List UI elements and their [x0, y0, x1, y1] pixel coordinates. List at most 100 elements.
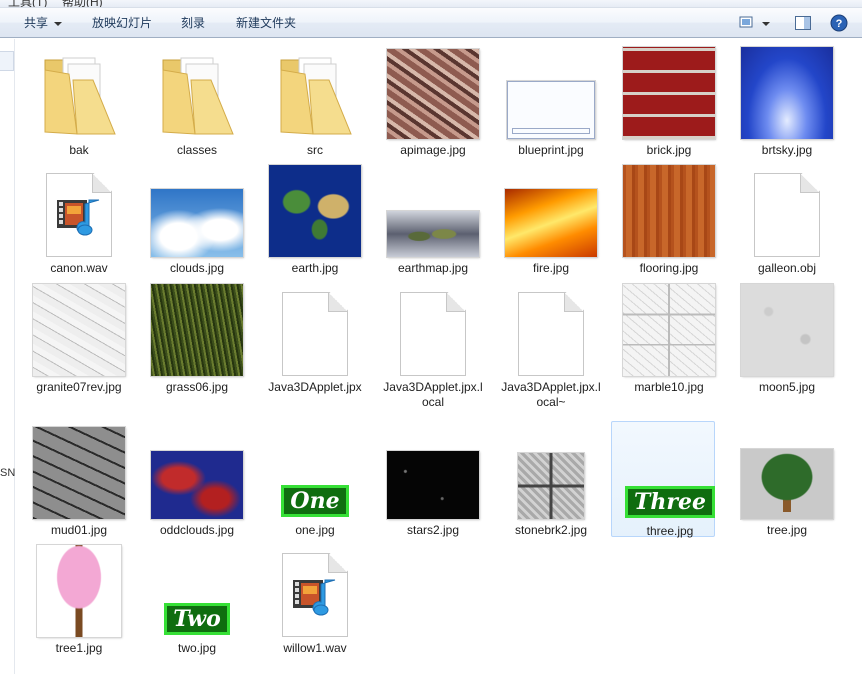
- file-name: oddclouds.jpg: [159, 523, 235, 537]
- file-thumbnail: [741, 284, 833, 376]
- chevron-down-icon: [54, 21, 63, 26]
- image-thumbnail: [741, 284, 833, 376]
- file-thumbnail: [269, 165, 361, 257]
- file-item[interactable]: flooring.jpg: [617, 159, 721, 275]
- file-item[interactable]: Three three.jpg: [611, 421, 715, 538]
- file-name: earth.jpg: [291, 261, 339, 275]
- file-item[interactable]: apimage.jpg: [381, 41, 485, 157]
- menu-tools[interactable]: 工具(T): [8, 0, 47, 7]
- file-item[interactable]: src: [263, 41, 367, 157]
- file-thumbnail: [387, 165, 479, 257]
- menu-help[interactable]: 帮助(H): [62, 0, 103, 7]
- page-fold: [328, 554, 347, 573]
- file-thumbnail: [33, 545, 125, 637]
- file-item[interactable]: mud01.jpg: [27, 421, 131, 537]
- file-item[interactable]: granite07rev.jpg: [27, 278, 131, 394]
- file-name: Java3DApplet.jpx.local~: [501, 380, 601, 409]
- document-file-thumbnail: [754, 173, 820, 257]
- file-item[interactable]: tree.jpg: [735, 421, 839, 537]
- audio-file-thumbnail: [46, 173, 112, 257]
- page-fold: [92, 174, 111, 193]
- navigation-pane[interactable]: SN: [0, 39, 15, 674]
- file-name: stonebrk2.jpg: [514, 523, 588, 537]
- file-name: one.jpg: [295, 523, 335, 537]
- file-name: apimage.jpg: [400, 143, 466, 157]
- view-options-icon[interactable]: [738, 14, 756, 32]
- image-thumbnail: [151, 189, 243, 257]
- file-item[interactable]: Java3DApplet.jpx.local~: [499, 278, 603, 409]
- image-thumbnail: [623, 165, 715, 257]
- file-thumbnail: [33, 165, 125, 257]
- file-thumbnail: [505, 47, 597, 139]
- file-name: willow1.wav: [283, 641, 347, 655]
- slideshow-button[interactable]: 放映幻灯片: [86, 13, 158, 33]
- new-folder-button[interactable]: 新建文件夹: [230, 13, 302, 33]
- preview-pane-icon[interactable]: [794, 14, 812, 32]
- image-text: Two: [164, 603, 230, 635]
- file-item[interactable]: classes: [145, 41, 249, 157]
- file-name: Java3DApplet.jpx: [268, 380, 362, 394]
- file-list[interactable]: bak classes src apimage.jpg blueprint.jpg b…: [16, 39, 862, 674]
- image-thumbnail: [741, 47, 833, 139]
- file-item[interactable]: One one.jpg: [263, 421, 367, 537]
- folder-icon: [273, 50, 357, 139]
- file-item[interactable]: brtsky.jpg: [735, 41, 839, 157]
- file-name: mud01.jpg: [50, 523, 108, 537]
- folder-icon: [37, 50, 121, 139]
- file-thumbnail: [623, 47, 715, 139]
- file-thumbnail: [505, 165, 597, 257]
- file-thumbnail: One: [269, 427, 361, 519]
- help-icon[interactable]: ?: [830, 14, 848, 32]
- file-thumbnail: [151, 427, 243, 519]
- image-thumbnail: [518, 453, 584, 519]
- share-label: 共享: [24, 16, 49, 30]
- file-item[interactable]: clouds.jpg: [145, 159, 249, 275]
- image-thumbnail: [33, 427, 125, 519]
- file-item[interactable]: earth.jpg: [263, 159, 367, 275]
- file-item[interactable]: willow1.wav: [263, 539, 367, 655]
- page-fold: [328, 293, 347, 312]
- file-item[interactable]: Java3DApplet.jpx.local: [381, 278, 485, 409]
- file-item[interactable]: moon5.jpg: [735, 278, 839, 394]
- image-thumbnail: [505, 189, 597, 257]
- audio-file-thumbnail: [282, 553, 348, 637]
- share-button[interactable]: 共享: [18, 13, 68, 33]
- document-file-thumbnail: [282, 292, 348, 376]
- nav-selected-item[interactable]: [0, 51, 14, 71]
- file-item[interactable]: bak: [27, 41, 131, 157]
- file-thumbnail: [623, 165, 715, 257]
- file-item[interactable]: Java3DApplet.jpx: [263, 278, 367, 394]
- file-item[interactable]: fire.jpg: [499, 159, 603, 275]
- file-item[interactable]: stars2.jpg: [381, 421, 485, 537]
- view-dropdown-icon[interactable]: [760, 14, 772, 32]
- file-name: fire.jpg: [532, 261, 570, 275]
- file-thumbnail: [741, 47, 833, 139]
- file-name: marble10.jpg: [634, 380, 704, 394]
- file-name: granite07rev.jpg: [36, 380, 122, 394]
- image-thumbnail: [387, 49, 479, 139]
- file-thumbnail: [33, 284, 125, 376]
- file-item[interactable]: brick.jpg: [617, 41, 721, 157]
- file-name: brick.jpg: [646, 143, 692, 157]
- file-item[interactable]: earthmap.jpg: [381, 159, 485, 275]
- file-item[interactable]: tree1.jpg: [27, 539, 131, 655]
- file-name: canon.wav: [50, 261, 108, 275]
- file-item[interactable]: oddclouds.jpg: [145, 421, 249, 537]
- file-thumbnail: [269, 284, 361, 376]
- burn-button[interactable]: 刻录: [175, 13, 211, 33]
- nav-item-fragment[interactable]: SN: [0, 467, 15, 479]
- file-name: earthmap.jpg: [397, 261, 469, 275]
- file-item[interactable]: marble10.jpg: [617, 278, 721, 394]
- file-thumbnail: [387, 47, 479, 139]
- file-name: grass06.jpg: [165, 380, 229, 394]
- file-name: clouds.jpg: [169, 261, 225, 275]
- file-thumbnail: [151, 165, 243, 257]
- file-item[interactable]: grass06.jpg: [145, 278, 249, 394]
- media-player-icon: [57, 199, 100, 236]
- file-item[interactable]: canon.wav: [27, 159, 131, 275]
- file-item[interactable]: stonebrk2.jpg: [499, 421, 603, 537]
- file-item[interactable]: blueprint.jpg: [499, 41, 603, 157]
- folder-icon: [155, 50, 239, 139]
- file-item[interactable]: Two two.jpg: [145, 539, 249, 655]
- file-item[interactable]: galleon.obj: [735, 159, 839, 275]
